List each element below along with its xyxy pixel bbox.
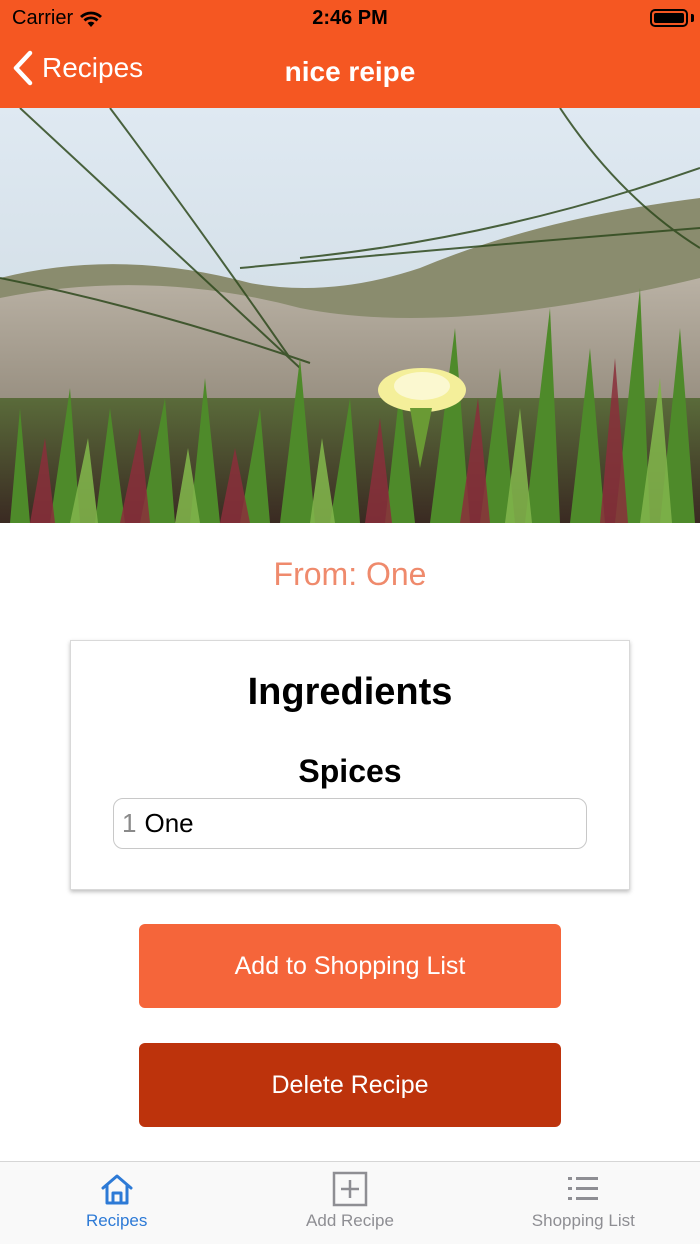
home-icon bbox=[101, 1174, 133, 1205]
battery-tip bbox=[691, 14, 694, 22]
tab-recipes-label: Recipes bbox=[85, 1211, 148, 1230]
page-title: nice reipe bbox=[284, 56, 416, 87]
ingredient-section-title: Spices bbox=[298, 753, 402, 789]
plus-square-icon bbox=[332, 1171, 368, 1207]
list-icon bbox=[568, 1177, 599, 1200]
ingredients-title: Ingredients bbox=[247, 671, 453, 713]
tab-recipes[interactable]: Recipes bbox=[0, 1162, 233, 1244]
battery-icon bbox=[650, 9, 688, 27]
status-time: 2:46 PM bbox=[312, 7, 388, 29]
ingredient-row: 1 One bbox=[113, 798, 587, 849]
recipe-photo bbox=[0, 108, 700, 523]
tab-bar: Recipes Add Recipe Shopping List bbox=[0, 1161, 700, 1244]
ingredients-card: Ingredients Spices 1 One bbox=[70, 640, 630, 890]
tab-add-recipe-label: Add Recipe bbox=[306, 1211, 394, 1230]
ingredient-name: One bbox=[144, 808, 194, 838]
tab-shopping-list[interactable]: Shopping List bbox=[467, 1162, 700, 1244]
navigation-bar: Recipes nice reipe bbox=[0, 36, 700, 108]
delete-recipe-button[interactable]: Delete Recipe bbox=[139, 1043, 561, 1127]
tab-add-recipe[interactable]: Add Recipe bbox=[233, 1162, 466, 1244]
add-to-shopping-list-button[interactable]: Add to Shopping List bbox=[139, 924, 561, 1008]
status-bar: Carrier 2:46 PM bbox=[0, 0, 700, 36]
ingredient-quantity: 1 bbox=[122, 808, 137, 838]
tab-shopping-list-label: Shopping List bbox=[531, 1211, 635, 1230]
recipe-source-text: From: One bbox=[273, 556, 427, 592]
